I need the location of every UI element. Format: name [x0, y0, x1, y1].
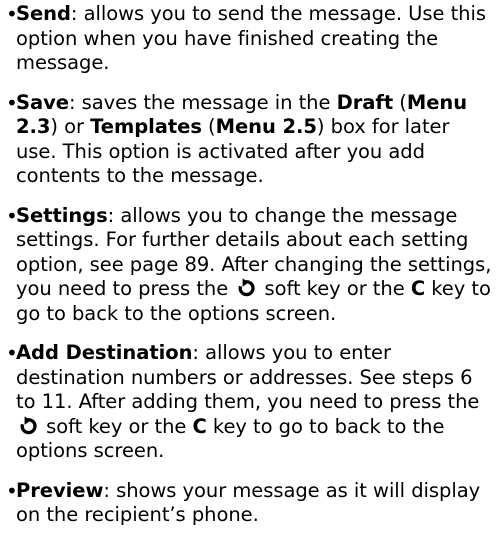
list-item-save: • Save: saves the message in the Draft (…: [6, 91, 496, 189]
bullet: •: [6, 90, 18, 115]
back-arrow-softkey-icon: [238, 278, 255, 297]
list-item-settings: • Settings: allows you to change the mes…: [6, 204, 496, 327]
term-preview: Preview: [16, 478, 104, 502]
item-text: Preview: shows your message as it will d…: [16, 479, 496, 528]
list-item-preview: • Preview: shows your message as it will…: [6, 479, 496, 528]
list-item-add-destination: • Add Destination: allows you to enter d…: [6, 341, 496, 464]
description-part: ) or: [50, 115, 91, 138]
description-part: : saves the message in the: [68, 90, 337, 114]
c-key-label: C: [410, 277, 426, 300]
term-save: Save: [16, 90, 69, 114]
item-text: Send: allows you to send the message. Us…: [16, 2, 496, 76]
bullet: •: [6, 203, 18, 228]
draft-label: Draft: [336, 90, 394, 114]
back-arrow-softkey-icon: [20, 415, 37, 434]
term-send: Send: [16, 2, 71, 25]
term-add-destination: Add Destination: [16, 341, 193, 364]
templates-label: Templates: [90, 115, 202, 138]
bullet: •: [6, 341, 18, 365]
list-item-send: • Send: allows you to send the message. …: [6, 2, 496, 76]
description-part: (: [201, 115, 216, 138]
item-text: Save: saves the message in the Draft (Me…: [16, 91, 496, 189]
manual-page: • Send: allows you to send the message. …: [0, 0, 496, 528]
description-part: soft key or the: [258, 277, 411, 300]
description-part: (: [393, 90, 407, 114]
description-part: soft key or the: [40, 414, 193, 438]
description: : allows you to send the message. Use th…: [16, 2, 486, 74]
item-text: Settings: allows you to change the messa…: [16, 204, 496, 327]
bullet: •: [6, 2, 18, 26]
menu-templates-label: Menu 2.5: [215, 115, 317, 138]
c-key-label: C: [192, 414, 207, 438]
term-settings: Settings: [16, 203, 108, 227]
item-text: Add Destination: allows you to enter des…: [16, 341, 496, 464]
bullet: •: [6, 478, 18, 503]
